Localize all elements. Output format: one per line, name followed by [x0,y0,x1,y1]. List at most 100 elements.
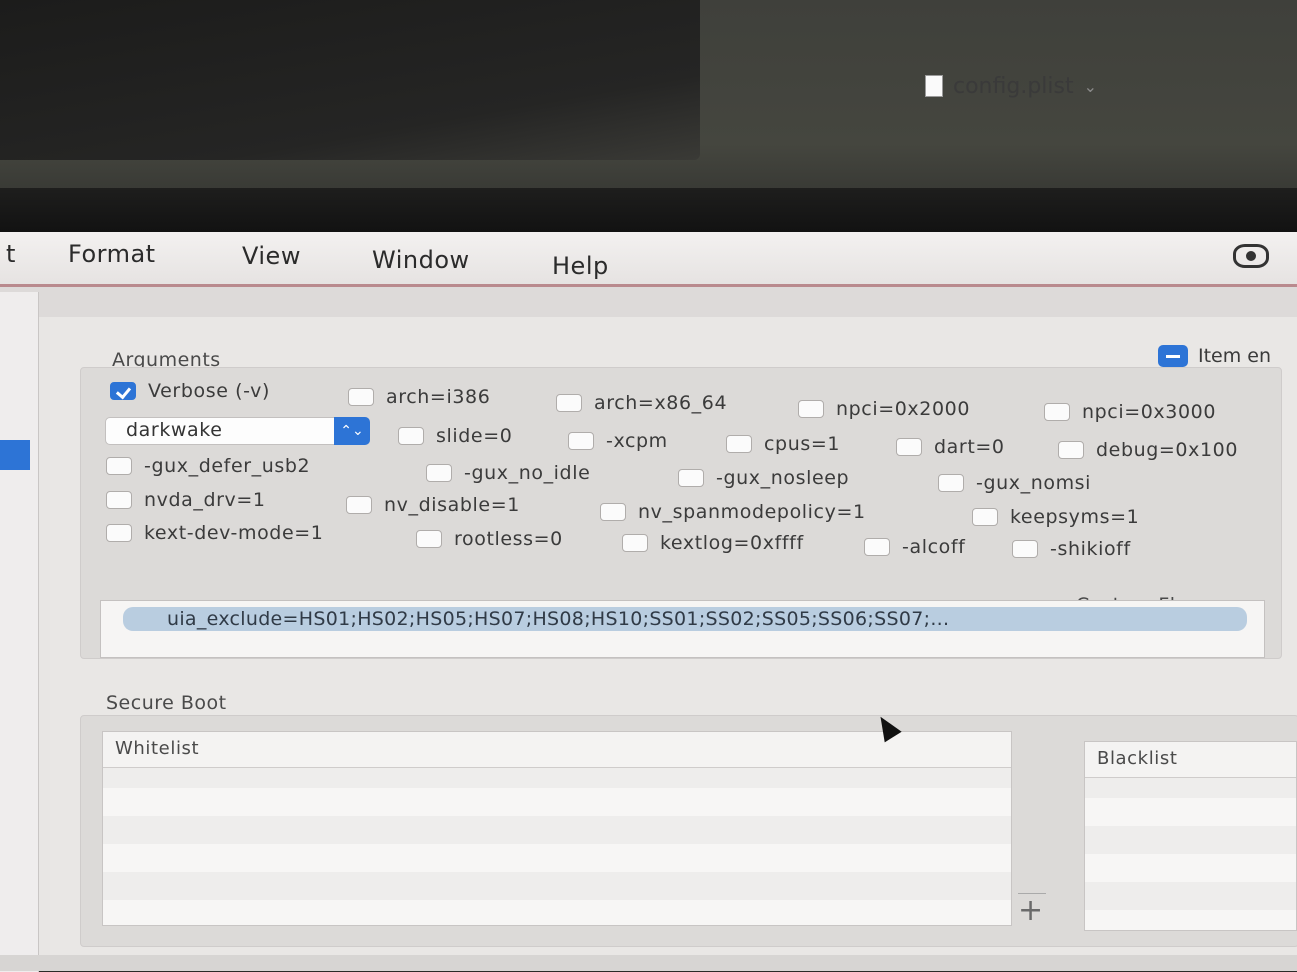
checkbox-gux-no-idle[interactable]: -gux_no_idle [426,462,590,484]
menu-item-window[interactable]: Window [372,246,470,274]
checkbox-label: nv_disable=1 [384,494,520,516]
checkbox-label: -shikioff [1050,538,1131,560]
checkbox-box [348,388,374,406]
sidebar-item-selected[interactable] [0,440,30,470]
checkbox-box [798,400,824,418]
sidebar [0,292,39,972]
monitor-edge [0,188,1297,236]
checkbox-alcoff[interactable]: -alcoff [864,536,965,558]
checkbox-label: keepsyms=1 [1010,506,1140,528]
checkbox-box [864,538,890,556]
item-enabled-label: Item en [1198,345,1272,367]
select-stepper-icon: ⌃⌄ [334,417,370,445]
checkbox-label: Verbose (-v) [148,380,270,402]
item-enabled-toggle[interactable]: Item en [1158,345,1271,367]
document-filename: config.plist [953,73,1074,99]
menu-item-view[interactable]: View [242,242,301,270]
checkbox-box [398,427,424,445]
checkbox-slide[interactable]: slide=0 [398,425,512,447]
checkbox-label: rootless=0 [454,528,563,550]
checkbox-label: nvda_drv=1 [144,489,266,511]
checkbox-nv-spanmodepolicy[interactable]: nv_spanmodepolicy=1 [600,501,866,523]
checkbox-box [556,394,582,412]
checkbox-box [426,464,452,482]
screen-bottom-edge [0,955,1297,971]
checkbox-label: -gux_nosleep [716,467,850,489]
checkbox-box [106,491,132,509]
checkbox-label: dart=0 [934,436,1005,458]
checkbox-dart[interactable]: dart=0 [896,436,1005,458]
select-value: darkwake [126,419,223,441]
menu-item-help[interactable]: Help [552,252,609,280]
checkbox-box [106,457,132,475]
checkbox-debug[interactable]: debug=0x100 [1058,439,1238,461]
checkbox-nv-disable[interactable]: nv_disable=1 [346,494,520,516]
menu-bar: t Format View Window Help [0,232,1297,287]
checkbox-label: cpus=1 [764,433,841,455]
whitelist-header: Whitelist [103,732,1011,768]
checkbox-kextlog[interactable]: kextlog=0xffff [622,532,804,554]
checkbox-label: -gux_defer_usb2 [144,455,311,477]
blacklist-header: Blacklist [1085,742,1296,778]
checkbox-kext-dev-mode[interactable]: kext-dev-mode=1 [106,522,323,544]
checkbox-npci-2000[interactable]: npci=0x2000 [798,398,970,420]
boot-arg-select[interactable]: darkwake ⌃⌄ [105,417,370,445]
checkbox-box [938,474,964,492]
checkbox-label: -gux_nomsi [976,472,1092,494]
checkbox-xcpm[interactable]: -xcpm [568,430,668,452]
checkbox-box [1044,403,1070,421]
chevron-down-icon: ⌄ [1083,76,1097,96]
checkbox-label: slide=0 [436,425,513,447]
nvidia-status-icon[interactable] [1233,244,1269,268]
monitor-bezel [0,0,700,160]
checkbox-nvda-drv[interactable]: nvda_drv=1 [106,489,266,511]
checkbox-label: kextlog=0xffff [660,532,804,554]
checkbox-box [972,508,998,526]
minus-icon [1158,345,1188,367]
custom-flags-field[interactable]: uia_exclude=HS01;HS02;HS05;HS07;HS08;HS1… [100,600,1265,658]
checkbox-verbose[interactable]: Verbose (-v) [110,380,270,402]
checkbox-arch-i386[interactable]: arch=i386 [348,386,490,408]
checkbox-label: nv_spanmodepolicy=1 [638,501,866,523]
checkbox-npci-3000[interactable]: npci=0x3000 [1044,401,1216,423]
checkbox-gux-defer-usb2[interactable]: -gux_defer_usb2 [106,455,310,477]
document-icon [925,75,943,97]
checkbox-box [416,530,442,548]
checkbox-label: -xcpm [606,430,668,452]
checkbox-keepsyms[interactable]: keepsyms=1 [972,506,1139,528]
checkbox-checked-icon [110,382,136,400]
checkbox-rootless[interactable]: rootless=0 [416,528,563,550]
checkbox-box [726,435,752,453]
checkbox-gux-nosleep[interactable]: -gux_nosleep [678,467,849,489]
checkbox-label: arch=i386 [386,386,491,408]
checkbox-gux-nomsi[interactable]: -gux_nomsi [938,472,1091,494]
checkbox-label: npci=0x2000 [836,398,971,420]
checkbox-cpus[interactable]: cpus=1 [726,433,840,455]
checkbox-shikioff[interactable]: -shikioff [1012,538,1131,560]
document-title[interactable]: config.plist ⌄ [925,70,1097,102]
checkbox-label: -gux_no_idle [464,462,591,484]
checkbox-label: -alcoff [902,536,966,558]
whitelist-table[interactable]: Whitelist [102,731,1012,926]
custom-flags-value[interactable]: uia_exclude=HS01;HS02;HS05;HS07;HS08;HS1… [123,607,1247,631]
checkbox-box [106,524,132,542]
checkbox-label: npci=0x3000 [1082,401,1217,423]
checkbox-label: debug=0x100 [1096,439,1239,461]
secure-boot-section-label: Secure Boot [106,692,227,714]
checkbox-box [1058,441,1084,459]
add-whitelist-button[interactable]: + [1018,896,1043,926]
checkbox-box [346,496,372,514]
checkbox-box [600,503,626,521]
menu-item-edit-partial[interactable]: t [6,240,16,268]
menu-item-format[interactable]: Format [68,240,156,268]
checkbox-arch-x86-64[interactable]: arch=x86_64 [556,392,727,414]
checkbox-box [896,438,922,456]
checkbox-label: kext-dev-mode=1 [144,522,324,544]
checkbox-box [622,534,648,552]
checkbox-box [1012,540,1038,558]
window-toolbar [0,287,1297,317]
blacklist-table[interactable]: Blacklist [1084,741,1297,931]
checkbox-box [678,469,704,487]
checkbox-box [568,432,594,450]
checkbox-label: arch=x86_64 [594,392,728,414]
